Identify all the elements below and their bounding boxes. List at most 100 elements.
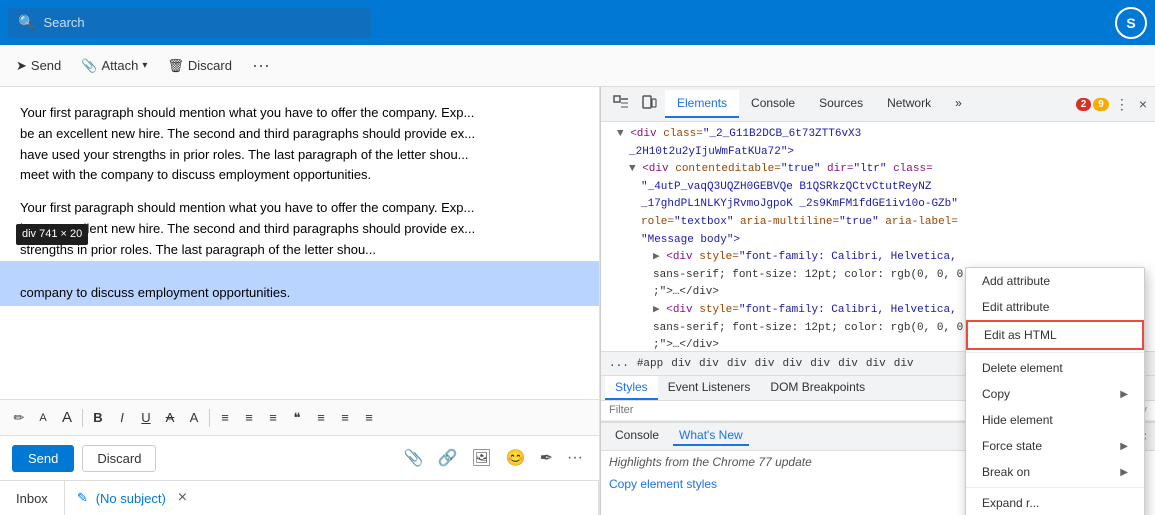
ctx-expand[interactable]: Expand r... [966,490,1144,515]
error-badge: 2 [1076,98,1092,111]
format-font-color-button[interactable]: A [183,407,205,428]
code-line-7: "Message body"> [601,232,1155,250]
inbox-tab[interactable]: Inbox [0,481,65,515]
paragraph-1: Your first paragraph should mention what… [20,103,579,186]
tab-dom-breakpoints[interactable]: DOM Breakpoints [760,376,875,400]
ctx-delete-element[interactable]: Delete element [966,355,1144,381]
format-align-center-button[interactable]: ≡ [238,407,260,428]
inspect-element-button[interactable] [609,91,633,118]
ctx-force-state[interactable]: Force state ▶ [966,433,1144,459]
code-line-6: role="textbox" aria-multiline="true" ari… [601,214,1155,232]
paragraph-2: Your first paragraph should mention what… [20,198,579,306]
whats-new-text: Highlights from the Chrome 77 update [609,455,812,469]
devtools-close-button[interactable]: × [1135,92,1151,116]
devtools-right-icons: 2 9 ⋮ × [1076,92,1151,117]
email-toolbar: ➤ Send 📎 Attach ▾ 🗑 Discard ··· [0,45,1155,87]
format-font-size-up-button[interactable]: A [56,406,78,429]
send-button[interactable]: Send [12,445,74,472]
tab-event-listeners[interactable]: Event Listeners [658,376,761,400]
link-icon-button[interactable]: 🔗 [433,444,461,472]
code-line-1[interactable]: ▼ <div class="_2_G11B2DCB_6t73ZTT6vX3 [601,126,1155,144]
breadcrumb-div-6[interactable]: div [810,358,830,370]
main-area: Your first paragraph should mention what… [0,87,1155,515]
close-tab-button[interactable]: × [178,489,187,507]
tab-styles[interactable]: Styles [605,376,658,400]
warning-badge: 9 [1093,98,1109,111]
format-indent-button[interactable]: ❝ [286,407,308,429]
ctx-separator-1 [966,352,1144,353]
discard-btn[interactable]: Discard [82,445,156,472]
devtools-left-icons [605,91,665,118]
ctx-add-attribute[interactable]: Add attribute [966,268,1144,294]
search-box[interactable]: 🔍 Search [8,8,371,38]
attach-icon: 📎 [81,58,97,74]
breadcrumb-div-7[interactable]: div [838,358,858,370]
ctx-hide-element[interactable]: Hide element [966,407,1144,433]
attach-row: 📎 🔗 🖼 😊 ✒ ··· [400,444,587,472]
format-toolbar: ✏ A A B I U A A ≡ ≡ ≡ ❝ ≡ ≡ ≡ [0,399,599,435]
format-bold-button[interactable]: B [87,407,109,428]
device-toggle-button[interactable] [637,91,661,118]
search-icon: 🔍 [18,14,35,31]
ctx-copy-arrow: ▶ [1120,389,1128,400]
breadcrumb-app[interactable]: #app [637,358,663,370]
format-list-bullet-button[interactable]: ≡ [310,407,332,428]
email-topbar: 🔍 Search S [0,0,1155,45]
ctx-break-on[interactable]: Break on ▶ [966,459,1144,485]
format-underline-button[interactable]: U [135,407,157,428]
ctx-force-state-arrow: ▶ [1120,441,1128,452]
attach-button[interactable]: 📎 Attach ▾ [73,54,155,78]
format-indent-more-button[interactable]: ≡ [358,407,380,428]
image-icon-button[interactable]: 🖼 [467,444,495,472]
breadcrumb-div-2[interactable]: div [699,358,719,370]
ctx-copy[interactable]: Copy ▶ [966,381,1144,407]
format-italic-button[interactable]: I [111,407,133,428]
subject-tab[interactable]: ✎ (No subject) × [65,481,599,515]
skype-icon[interactable]: S [1115,7,1147,39]
signature-icon-button[interactable]: ✒ [536,444,557,472]
devtools-panel: Elements Console Sources Network » 2 9 ⋮… [600,87,1155,515]
code-line-8[interactable]: ▶ <div style="font-family: Calibri, Helv… [601,249,1155,267]
edit-subject-icon: ✎ [77,490,88,506]
code-line-5: _17ghdPL1NLKYjRvmoJgpoK _2s9KmFM1fdGE1iv… [601,196,1155,214]
breadcrumb-div-5[interactable]: div [782,358,802,370]
format-pencil-button[interactable]: ✏ [8,407,30,429]
code-line-3[interactable]: ▼ <div contenteditable="true" dir="ltr" … [601,161,1155,179]
breadcrumb-ellipsis[interactable]: ... [609,358,629,370]
tab-elements[interactable]: Elements [665,90,739,118]
attach-file-icon-button[interactable]: 📎 [400,444,428,472]
format-align-left-button[interactable]: ≡ [214,407,236,428]
more-options-button[interactable]: ··· [244,51,278,80]
breadcrumb-div-4[interactable]: div [755,358,775,370]
tab-sources[interactable]: Sources [807,90,875,118]
tab-console[interactable]: Console [739,90,807,118]
ctx-edit-attribute[interactable]: Edit attribute [966,294,1144,320]
breadcrumb-div-9[interactable]: div [894,358,914,370]
trash-icon: 🗑 [167,58,184,74]
format-list-num-button[interactable]: ≡ [334,407,356,428]
ctx-break-on-arrow: ▶ [1120,467,1128,478]
send-toolbar-button[interactable]: ➤ Send [8,54,69,78]
ctx-edit-as-html[interactable]: Edit as HTML [966,320,1144,350]
ctx-separator-2 [966,487,1144,488]
breadcrumb-div-3[interactable]: div [727,358,747,370]
format-align-right-button[interactable]: ≡ [262,407,284,428]
discard-button[interactable]: 🗑 Discard [159,54,240,78]
emoji-icon-button[interactable]: 😊 [502,444,530,472]
format-strikethrough-button[interactable]: A [159,407,181,428]
code-line-2: _2H10t2u2yIjuWmFatKUa72"> [601,144,1155,162]
format-font-size-button[interactable]: A [32,409,54,427]
bottom-tab-bar: Inbox ✎ (No subject) × [0,480,599,515]
devtools-more-button[interactable]: ⋮ [1111,92,1133,117]
more-compose-button[interactable]: ··· [563,445,587,471]
breadcrumb-div-8[interactable]: div [866,358,886,370]
email-body[interactable]: Your first paragraph should mention what… [0,87,599,399]
format-separator-2 [209,409,210,427]
tab-console-drawer[interactable]: Console [609,426,665,446]
selected-text-line: company to discuss employment opportunit… [0,261,599,307]
devtools-topbar: Elements Console Sources Network » 2 9 ⋮… [601,87,1155,122]
breadcrumb-div-1[interactable]: div [671,358,691,370]
tab-network[interactable]: Network [875,90,943,118]
tab-whats-new[interactable]: What's New [673,426,749,446]
tab-more[interactable]: » [943,90,974,118]
